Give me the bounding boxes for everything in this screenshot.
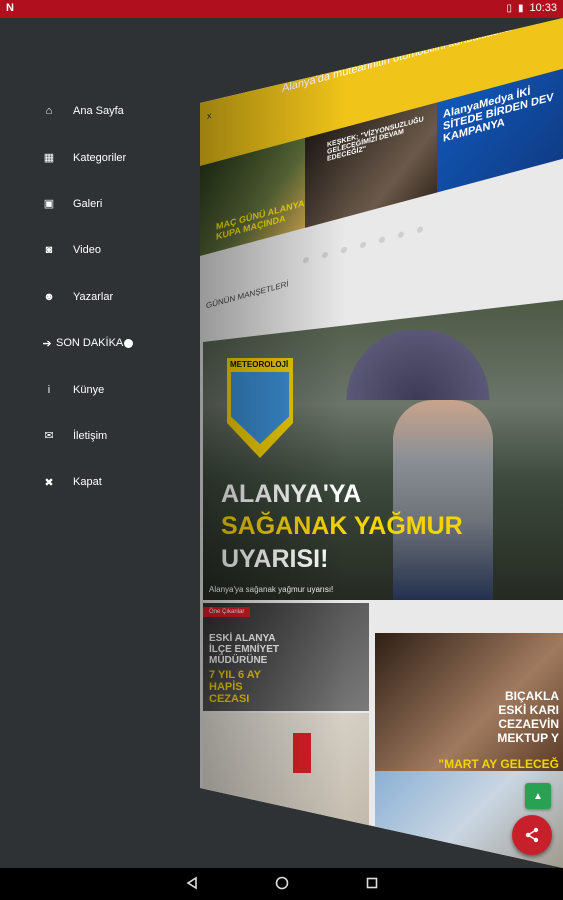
news-tile[interactable]: BIÇAKLA ESKİ KARI CEZAEVİN MEKTUP Y "MAR… (375, 633, 563, 771)
hero-headline-line2: SAĞANAK YAĞMUR (221, 512, 463, 540)
drawer-item-son-dakika[interactable]: ➔ SON DAKİKA (0, 320, 210, 366)
section-title: GÜNÜN MANŞETLERİ (206, 279, 289, 311)
meteoroloji-badge: METEOROLOJİ (227, 358, 293, 458)
tile-highlight: "MART AY GELECEĞ (438, 757, 559, 771)
hero-caption: Alanya'ya sağanak yağmur uyarısı! (209, 585, 334, 594)
ticker-text[interactable]: Alanya'da müteahhitin otomobilini kundak… (282, 21, 514, 95)
flag-image (293, 733, 311, 773)
arrow-right-icon: ➔ (42, 337, 52, 350)
news-tile[interactable]: Öne Çıkanlar ESKİ ALANYA İLÇE EMNİYET MÜ… (203, 603, 369, 711)
tile-headline: BIÇAKLA ESKİ KARI CEZAEVİN MEKTUP Y (497, 689, 559, 745)
scroll-top-button[interactable]: ▲ (525, 783, 551, 809)
badge-inner (231, 372, 289, 444)
news-grid: Öne Çıkanlar ESKİ ALANYA İLÇE EMNİYET MÜ… (203, 603, 563, 868)
drawer-menu: ⌂ Ana Sayfa ▦ Kategoriler ▣ Galeri ◙ Vid… (0, 88, 210, 506)
clock: 10:33 (529, 2, 557, 14)
drawer-item-label: Kategoriler (73, 151, 127, 164)
news-tile[interactable] (203, 713, 369, 843)
image-icon: ▣ (43, 198, 55, 211)
app-content-preview: x Alanya'da müteahhitin otomobilini kund… (200, 18, 563, 868)
live-dot-icon (124, 338, 134, 348)
drawer-item-yazarlar[interactable]: ☻ Yazarlar (0, 274, 210, 320)
vibrate-icon: ▯ (506, 2, 512, 14)
drawer-item-ana-sayfa[interactable]: ⌂ Ana Sayfa (0, 88, 210, 134)
status-bar: N ▯ ▮ 10:33 (0, 0, 563, 18)
system-nav-bar (0, 868, 563, 900)
drawer-item-video[interactable]: ◙ Video (0, 227, 210, 273)
users-icon: ☻ (43, 290, 55, 303)
drawer-item-label: SON DAKİKA (56, 337, 124, 350)
drawer-item-label: Künye (73, 383, 105, 396)
drawer-item-label: Yazarlar (73, 290, 114, 303)
drawer-item-iletisim[interactable]: ✉ İletişim (0, 413, 210, 459)
info-icon: i (47, 383, 51, 396)
drawer-item-label: İletişim (73, 429, 108, 442)
drawer-item-kapat[interactable]: ✖ Kapat (0, 459, 210, 505)
share-icon (525, 827, 539, 843)
badge-text: METEOROLOJİ (230, 360, 289, 369)
home-icon: ⌂ (45, 105, 53, 118)
person-image (393, 400, 493, 600)
share-button[interactable] (512, 815, 552, 855)
hero-headline-line1: ALANYA'YA (221, 480, 362, 508)
app-notification-icon: N (6, 2, 14, 14)
drawer-item-label: Kapat (73, 476, 102, 489)
battery-icon: ▮ (517, 2, 524, 14)
close-icon: ✖ (44, 476, 54, 489)
drawer-item-label: Ana Sayfa (73, 105, 124, 118)
grid-icon: ▦ (43, 152, 55, 165)
home-circle-icon[interactable] (274, 876, 290, 892)
hero-news-card[interactable]: METEOROLOJİ ALANYA'YA SAĞANAK YAĞMUR UYA… (203, 300, 563, 600)
chevron-up-icon: ▲ (533, 790, 543, 802)
recents-square-icon[interactable] (364, 876, 380, 892)
drawer-item-galeri[interactable]: ▣ Galeri (0, 181, 210, 227)
tile-label: Öne Çıkanlar (203, 607, 251, 617)
drawer-item-kategoriler[interactable]: ▦ Kategoriler (0, 134, 210, 180)
tile-headline: ALANYA (419, 854, 456, 864)
ticker-close-button[interactable]: x (207, 110, 212, 121)
camera-icon: ◙ (45, 244, 53, 257)
umbrella-image (323, 330, 513, 400)
app-page: x Alanya'da müteahhitin otomobilini kund… (200, 18, 563, 868)
hero-headline-line3: UYARISI! (221, 545, 329, 573)
mail-icon: ✉ (44, 430, 54, 443)
navigation-drawer: ⌂ Ana Sayfa ▦ Kategoriler ▣ Galeri ◙ Vid… (0, 18, 210, 868)
tile-highlight: 7 YIL 6 AY HAPİS CEZASI (209, 669, 261, 705)
drawer-item-label: Galeri (73, 197, 103, 210)
tile-headline: ESKİ ALANYA İLÇE EMNİYET MÜDÜRÜNE (209, 633, 280, 666)
back-triangle-icon[interactable] (184, 876, 200, 892)
slide-caption: MAÇ GÜNÜ ALANYA KUPA MAÇINDA (216, 198, 305, 242)
drawer-item-kunye[interactable]: i Künye (0, 366, 210, 412)
drawer-item-label: Video (73, 244, 101, 257)
